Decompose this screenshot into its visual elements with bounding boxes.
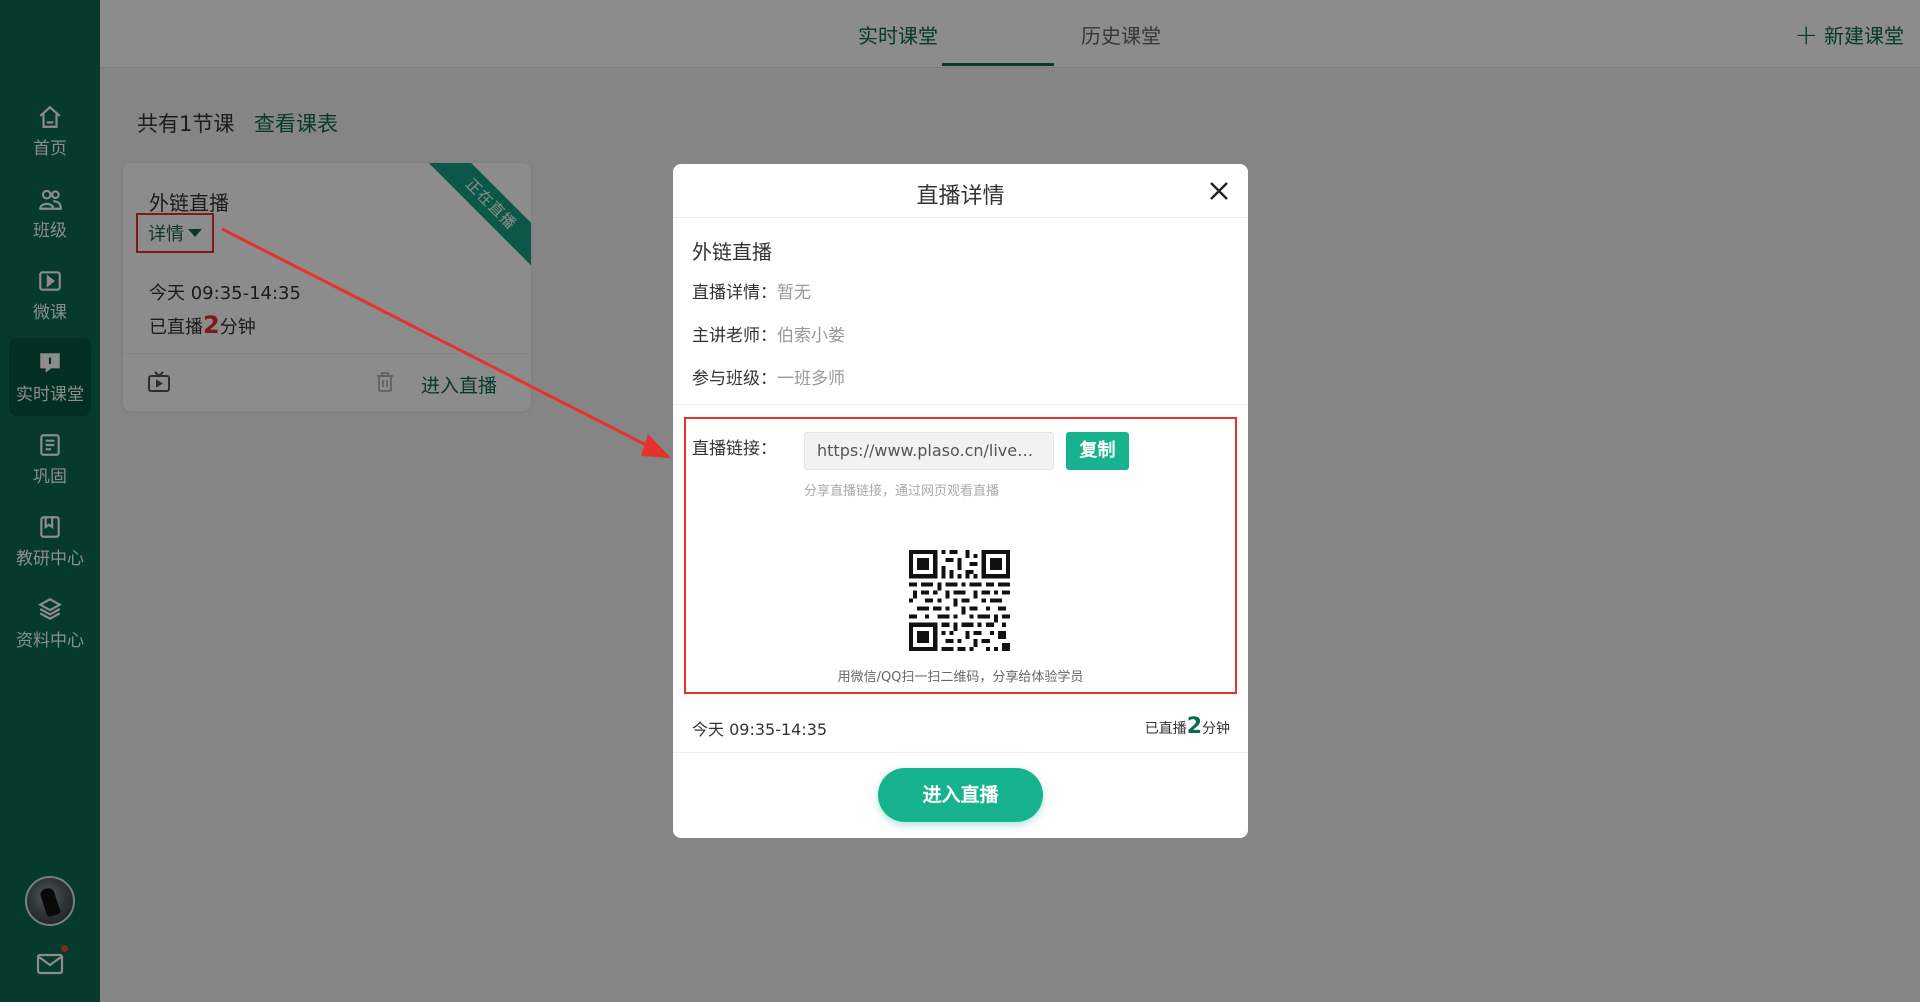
copy-button[interactable]: 复制 xyxy=(1066,432,1129,470)
class-value: 一班多师 xyxy=(777,369,845,389)
teacher-value: 伯索小娄 xyxy=(777,326,845,346)
detail-row: 直播详情：暂无 xyxy=(692,278,811,303)
qr-code xyxy=(909,550,1010,651)
teacher-label: 主讲老师： xyxy=(692,326,777,346)
detail-value: 暂无 xyxy=(777,283,811,303)
duration-suffix: 分钟 xyxy=(1202,721,1230,737)
modal-title: 直播详情 xyxy=(916,184,1005,209)
modal-footer-divider xyxy=(673,752,1248,753)
link-label: 直播链接： xyxy=(692,439,777,459)
duration-value: 2 xyxy=(1186,714,1202,739)
modal-divider xyxy=(673,404,1248,405)
modal-duration: 已直播2分钟 xyxy=(1145,714,1230,739)
live-detail-modal: 直播详情 外链直播 直播详情：暂无 主讲老师：伯索小娄 参与班级：一班多师 直播… xyxy=(673,164,1248,838)
modal-header: 直播详情 xyxy=(673,164,1248,218)
modal-time: 今天 09:35-14:35 xyxy=(692,720,828,739)
class-label: 参与班级： xyxy=(692,369,777,389)
duration-prefix: 已直播 xyxy=(1144,721,1187,737)
class-row: 参与班级：一班多师 xyxy=(692,364,845,389)
enter-live-button[interactable]: 进入直播 xyxy=(878,768,1043,822)
close-icon[interactable] xyxy=(1208,180,1230,202)
share-hint: 分享直播链接，通过网页观看直播 xyxy=(804,484,1000,499)
qr-caption: 用微信/QQ扫一扫二维码，分享给体验学员 xyxy=(837,670,1084,685)
detail-label: 直播详情： xyxy=(692,283,777,303)
teacher-row: 主讲老师：伯索小娄 xyxy=(692,321,845,346)
live-link-field[interactable]: https://www.plaso.cn/livevid... xyxy=(804,432,1054,470)
live-name: 外链直播 xyxy=(692,240,772,264)
